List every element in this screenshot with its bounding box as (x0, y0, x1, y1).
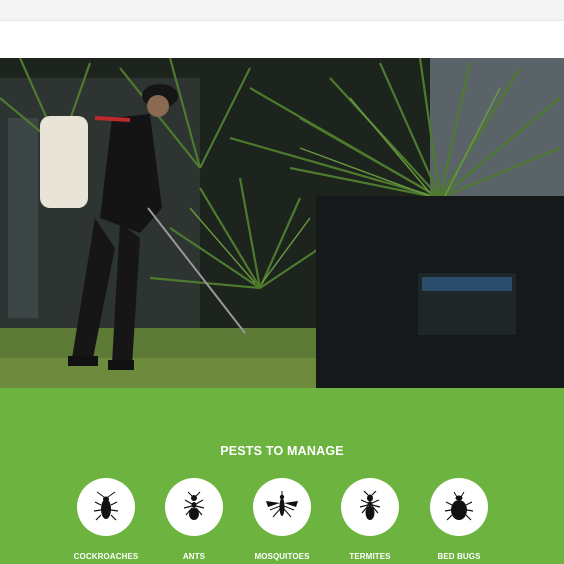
pest-circle (77, 478, 135, 536)
pest-item-ants[interactable]: ANTS (149, 478, 239, 561)
header-logo[interactable]: · · · (316, 31, 335, 41)
pest-label: COCKROACHES (73, 552, 139, 561)
pest-item-mosquitoes[interactable]: MOSQUITOES (237, 478, 327, 561)
site-header: · · · (0, 21, 564, 58)
pest-label: TERMITES (349, 552, 391, 561)
top-bar (0, 0, 564, 21)
hero-image (0, 58, 564, 388)
pest-circle (341, 478, 399, 536)
pest-item-cockroaches[interactable]: COCKROACHES (61, 478, 151, 561)
ant-icon (183, 491, 205, 520)
pest-circle (430, 478, 488, 536)
pest-label: MOSQUITOES (254, 552, 310, 561)
mosquito-icon (266, 491, 298, 518)
pest-circle (253, 478, 311, 536)
hero-photo-illustration (0, 58, 564, 388)
bedbug-icon (444, 491, 474, 521)
pest-label: ANTS (182, 552, 206, 561)
termite-icon (359, 491, 381, 520)
cockroach-icon (93, 491, 119, 521)
pest-circle (165, 478, 223, 536)
pest-label: BED BUGS (437, 552, 481, 561)
pest-item-termites[interactable]: TERMITES (325, 478, 415, 561)
section-title: PESTS TO MANAGE (220, 444, 344, 458)
pest-item-bed-bugs[interactable]: BED BUGS (414, 478, 504, 561)
